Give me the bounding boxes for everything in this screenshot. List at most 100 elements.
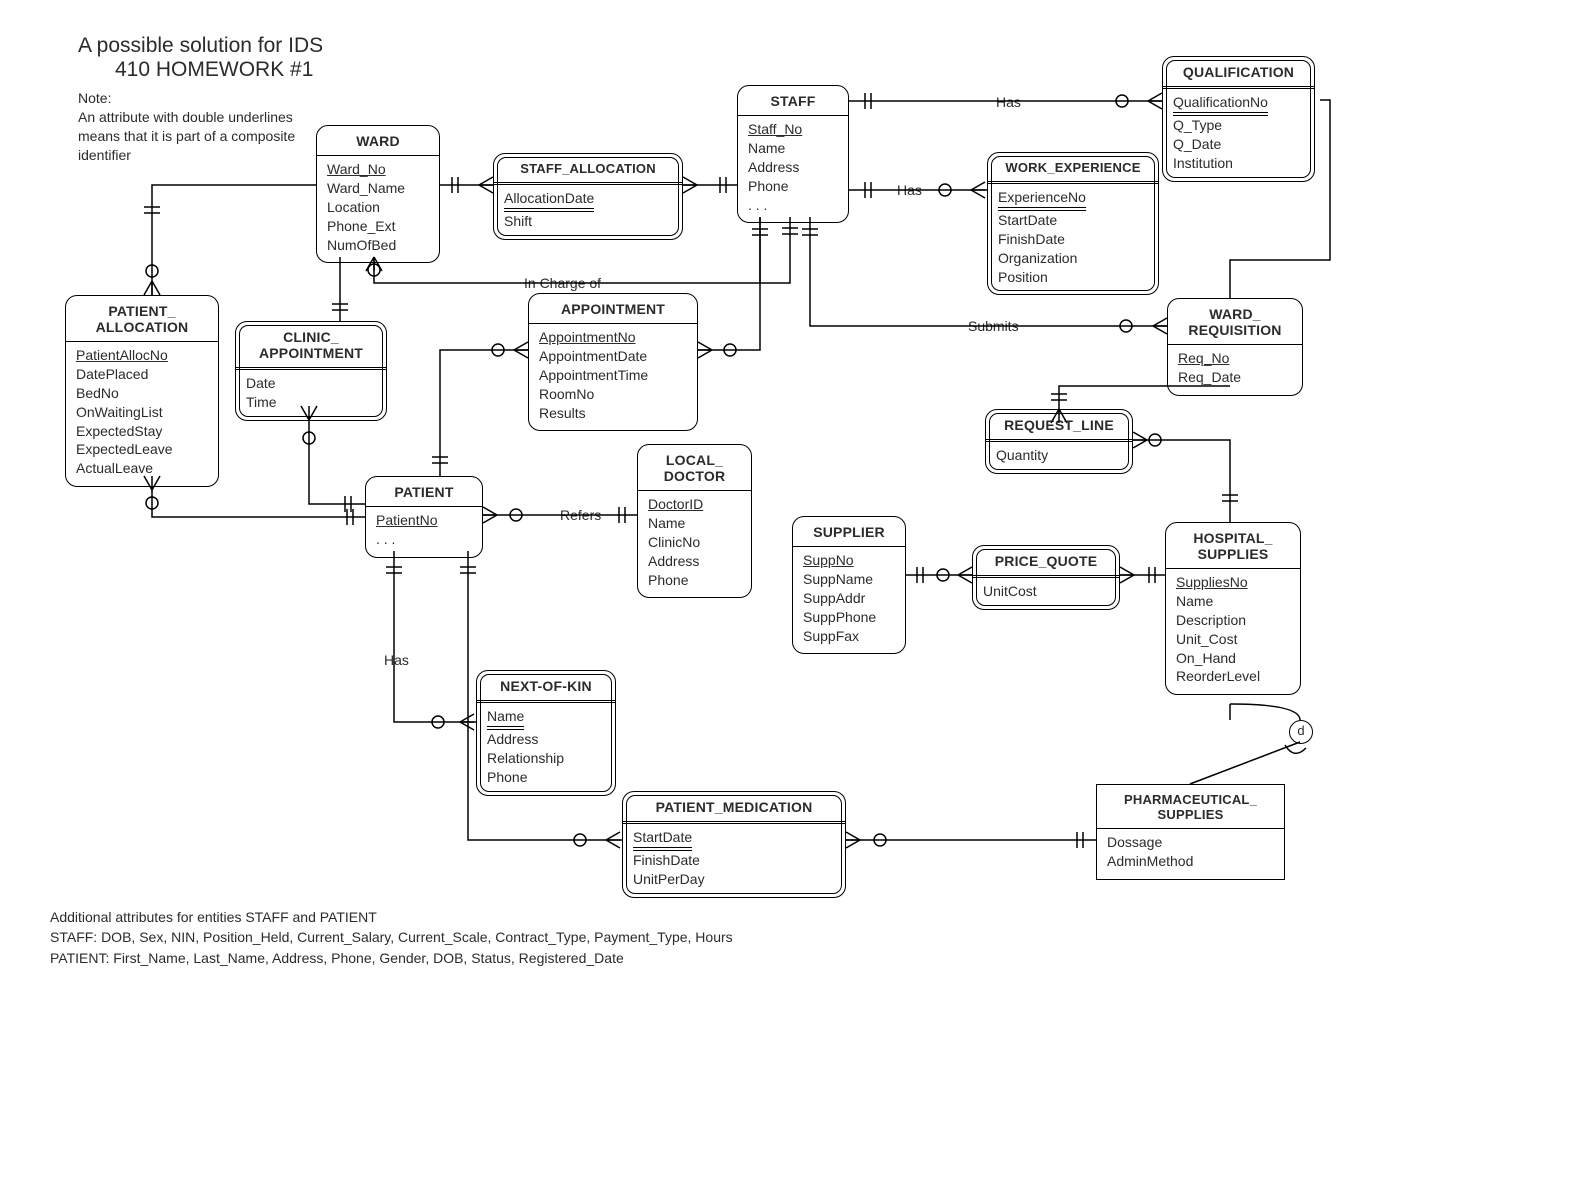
attr: AdminMethod bbox=[1107, 852, 1274, 871]
entity-price-quote-title: PRICE_QUOTE bbox=[973, 551, 1119, 571]
attr-supplier-pk: SuppNo bbox=[803, 551, 895, 570]
attr: FinishDate bbox=[998, 230, 1148, 249]
attr-workexp-pk: ExperienceNo bbox=[998, 188, 1086, 211]
attr-ward-pk: Ward_No bbox=[327, 160, 429, 179]
entity-staff-allocation: STAFF_ALLOCATION AllocationDate Shift bbox=[493, 153, 683, 240]
entity-appointment-title: APPOINTMENT bbox=[529, 299, 697, 319]
attr: Address bbox=[748, 158, 838, 177]
attr: Results bbox=[539, 404, 687, 423]
footer-staff: STAFF: DOB, Sex, NIN, Position_Held, Cur… bbox=[50, 927, 733, 947]
footer-hdr: Additional attributes for entities STAFF… bbox=[50, 907, 733, 927]
attr: AppointmentDate bbox=[539, 347, 687, 366]
attr-staff-pk: Staff_No bbox=[748, 120, 838, 139]
ld-t1: LOCAL_ bbox=[648, 452, 741, 468]
entity-supplier-title: SUPPLIER bbox=[793, 522, 905, 542]
attr: Phone_Ext bbox=[327, 217, 429, 236]
attr: FinishDate bbox=[633, 851, 835, 870]
attr: ReorderLevel bbox=[1176, 667, 1290, 686]
attr: Phone bbox=[748, 177, 838, 196]
attr: Institution bbox=[1173, 154, 1304, 173]
hs-t1: HOSPITAL_ bbox=[1176, 530, 1290, 546]
pa-t2: ALLOCATION bbox=[76, 319, 208, 335]
entity-staff-allocation-title: STAFF_ALLOCATION bbox=[494, 159, 682, 178]
attr: Position bbox=[998, 268, 1148, 287]
attr: Phone bbox=[487, 768, 605, 787]
entity-patient-medication: PATIENT_MEDICATION StartDate FinishDate … bbox=[622, 791, 846, 898]
attr: Address bbox=[648, 552, 741, 571]
attr: NumOfBed bbox=[327, 236, 429, 255]
attr: Quantity bbox=[996, 446, 1122, 465]
attr: Name bbox=[748, 139, 838, 158]
entity-pharm-supplies-title: PHARMACEUTICAL_ SUPPLIES bbox=[1097, 790, 1284, 824]
attr: OnWaitingList bbox=[76, 403, 208, 422]
entity-price-quote: PRICE_QUOTE UnitCost bbox=[972, 545, 1120, 610]
attr-appt-pk: AppointmentNo bbox=[539, 328, 687, 347]
attr: RoomNo bbox=[539, 385, 687, 404]
attr-nok-pk: Name bbox=[487, 707, 524, 730]
attr: SuppFax bbox=[803, 627, 895, 646]
entity-qualification: QUALIFICATION QualificationNo Q_Type Q_D… bbox=[1162, 56, 1315, 182]
attr: . . . bbox=[748, 196, 838, 215]
attr: SuppName bbox=[803, 570, 895, 589]
attr: AppointmentTime bbox=[539, 366, 687, 385]
attr-pmed-pk: StartDate bbox=[633, 828, 692, 851]
entity-qualification-title: QUALIFICATION bbox=[1163, 62, 1314, 82]
entity-hospital-supplies: HOSPITAL_ SUPPLIES SuppliesNo Name Descr… bbox=[1165, 522, 1301, 695]
disjoint-circle: d bbox=[1289, 720, 1313, 744]
entity-clinic-appt: CLINIC_ APPOINTMENT Date Time bbox=[235, 321, 387, 421]
attr: Dossage bbox=[1107, 833, 1274, 852]
attr: Ward_Name bbox=[327, 179, 429, 198]
hs-t2: SUPPLIES bbox=[1176, 546, 1290, 562]
ca-t2: APPOINTMENT bbox=[246, 345, 376, 361]
entity-supplier: SUPPLIER SuppNo SuppName SuppAddr SuppPh… bbox=[792, 516, 906, 654]
attr: Description bbox=[1176, 611, 1290, 630]
attr: Shift bbox=[504, 212, 672, 231]
ph-t1: PHARMACEUTICAL_ bbox=[1107, 792, 1274, 807]
attr-qualification-pk: QualificationNo bbox=[1173, 93, 1268, 116]
entity-ward-requisition: WARD_ REQUISITION Req_No Req_Date bbox=[1167, 298, 1303, 396]
attr: Date bbox=[246, 374, 376, 393]
entity-patient-title: PATIENT bbox=[366, 482, 482, 502]
attr: UnitPerDay bbox=[633, 870, 835, 889]
entity-hospital-supplies-title: HOSPITAL_ SUPPLIES bbox=[1166, 528, 1300, 564]
doc-title-line2: 410 HOMEWORK #1 bbox=[115, 58, 313, 82]
attr: Q_Type bbox=[1173, 116, 1304, 135]
entity-patient: PATIENT PatientNo . . . bbox=[365, 476, 483, 558]
attr: . . . bbox=[376, 530, 472, 549]
rel-refers: Refers bbox=[556, 507, 605, 523]
attr: StartDate bbox=[998, 211, 1148, 230]
attr: Q_Date bbox=[1173, 135, 1304, 154]
attr: SuppAddr bbox=[803, 589, 895, 608]
ld-t2: DOCTOR bbox=[648, 468, 741, 484]
entity-staff-title: STAFF bbox=[738, 91, 848, 111]
entity-ward-requisition-title: WARD_ REQUISITION bbox=[1168, 304, 1302, 340]
rel-in-charge-of: In Charge of bbox=[520, 275, 605, 291]
attr: On_Hand bbox=[1176, 649, 1290, 668]
attr: Location bbox=[327, 198, 429, 217]
ca-t1: CLINIC_ bbox=[246, 329, 376, 345]
rel-has-nok: Has bbox=[380, 652, 413, 668]
attr: Phone bbox=[648, 571, 741, 590]
attr-patient-pk: PatientNo bbox=[376, 511, 472, 530]
doc-note: Note: An attribute with double underline… bbox=[78, 89, 308, 165]
attr: ClinicNo bbox=[648, 533, 741, 552]
attr: UnitCost bbox=[983, 582, 1109, 601]
entity-local-doctor: LOCAL_ DOCTOR DoctorID Name ClinicNo Add… bbox=[637, 444, 752, 598]
attr: Relationship bbox=[487, 749, 605, 768]
attr-pa-pk: PatientAllocNo bbox=[76, 346, 208, 365]
attr: Time bbox=[246, 393, 376, 412]
doc-title-line1: A possible solution for IDS bbox=[78, 34, 323, 58]
wr-t1: WARD_ bbox=[1178, 306, 1292, 322]
entity-request-line: REQUEST_LINE Quantity bbox=[985, 409, 1133, 474]
entity-local-doctor-title: LOCAL_ DOCTOR bbox=[638, 450, 751, 486]
entity-next-of-kin-title: NEXT-OF-KIN bbox=[477, 676, 615, 696]
attr-ld-pk: DoctorID bbox=[648, 495, 741, 514]
attr: Name bbox=[648, 514, 741, 533]
attr: ActualLeave bbox=[76, 459, 208, 478]
attr: SuppPhone bbox=[803, 608, 895, 627]
doc-note-body: An attribute with double underlines mean… bbox=[78, 108, 308, 165]
rel-submits: Submits bbox=[964, 318, 1023, 334]
entity-next-of-kin: NEXT-OF-KIN Name Address Relationship Ph… bbox=[476, 670, 616, 796]
pa-t1: PATIENT_ bbox=[76, 303, 208, 319]
entity-patient-medication-title: PATIENT_MEDICATION bbox=[623, 797, 845, 817]
